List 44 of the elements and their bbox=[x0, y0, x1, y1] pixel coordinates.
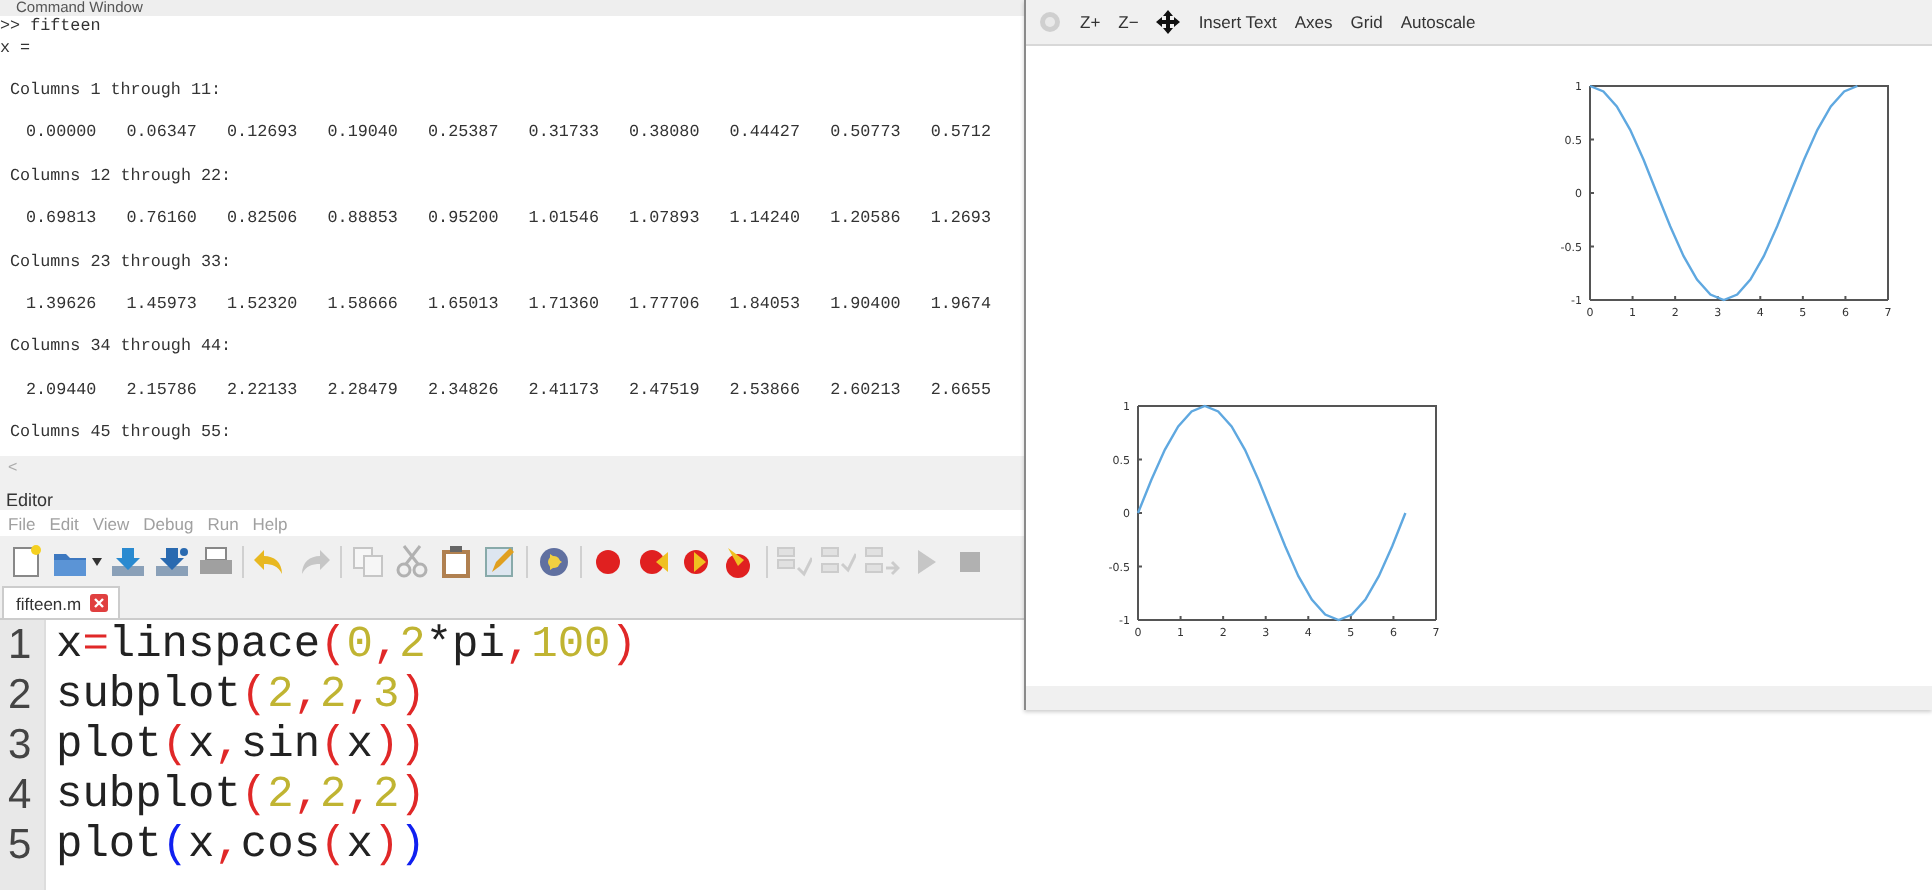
new-file-icon[interactable] bbox=[8, 543, 44, 579]
close-icon[interactable] bbox=[89, 594, 108, 612]
line-number: 5 bbox=[6, 820, 34, 870]
menu-item[interactable]: View bbox=[92, 513, 130, 533]
line-number: 1 bbox=[6, 620, 34, 670]
toolbar-button[interactable]: Axes bbox=[1294, 10, 1333, 34]
menu-item[interactable]: Help bbox=[252, 513, 288, 533]
output-text: Columns 34 through 44: bbox=[8, 336, 234, 358]
code-line: subplot(2,2,2) bbox=[56, 770, 428, 820]
line-number: 4 bbox=[6, 770, 34, 820]
code-line: plot(x,sin(x)) bbox=[56, 720, 428, 770]
panel-title: Editor bbox=[6, 490, 54, 510]
caret-icon[interactable] bbox=[92, 557, 102, 565]
clipboard-icon[interactable] bbox=[438, 543, 474, 579]
code-line: x=linspace(0,2*pi,100) bbox=[56, 620, 637, 670]
tray-arrow-icon[interactable] bbox=[154, 543, 190, 579]
toolbar-button[interactable]: Grid bbox=[1350, 10, 1383, 34]
output-text: 2.09440 2.15786 2.22133 2.28479 2.34826 2.41173 2.47519 2.53866 2.60213 2.6655 bbox=[24, 379, 993, 401]
toolbar-button[interactable]: Z− bbox=[1118, 10, 1139, 34]
code-line: plot(x,cos(x)) bbox=[56, 820, 428, 870]
output-text: Columns 23 through 33: bbox=[8, 251, 234, 273]
output-text: x = bbox=[0, 37, 33, 59]
output-text: 0.00000 0.06347 0.12693 0.19040 0.25387 0.31733 0.38080 0.44427 0.50773 0.5712 bbox=[24, 122, 993, 145]
output-text: 1.39626 1.45973 1.52320 1.58666 1.65013 1.71360 1.77706 1.84053 1.90400 1.9674 bbox=[24, 293, 993, 316]
output-text: 0.69813 0.76160 0.82506 0.88853 0.95200 1.01546 1.07893 1.14240 1.20586 1.2693 bbox=[24, 208, 993, 230]
printer-icon[interactable] bbox=[198, 543, 234, 579]
menu-item[interactable]: Debug bbox=[143, 513, 194, 533]
line-number: 2 bbox=[6, 670, 34, 720]
file-tab[interactable]: fifteen.m bbox=[2, 586, 120, 618]
toolbar-button[interactable]: Autoscale bbox=[1400, 10, 1476, 34]
scroll-arrow[interactable]: < bbox=[8, 458, 18, 478]
line-number: 3 bbox=[6, 720, 34, 770]
menu-item[interactable]: Run bbox=[207, 513, 239, 533]
command-prompt: >> fifteen bbox=[0, 16, 103, 38]
toolbar-button[interactable]: Insert Text bbox=[1198, 10, 1277, 34]
menu-item[interactable]: Edit bbox=[49, 513, 79, 533]
move-icon[interactable] bbox=[1156, 10, 1181, 34]
output-text: Columns 1 through 11: bbox=[8, 80, 224, 102]
output-text: Columns 12 through 22: bbox=[8, 165, 234, 187]
scrollbar[interactable]: < bbox=[0, 456, 1024, 480]
code-line: subplot(2,2,3) bbox=[56, 670, 428, 720]
toolbar-button[interactable]: Z+ bbox=[1080, 10, 1101, 34]
output-text: Columns 45 through 55: bbox=[8, 422, 234, 444]
menu-item[interactable]: File bbox=[8, 513, 36, 533]
